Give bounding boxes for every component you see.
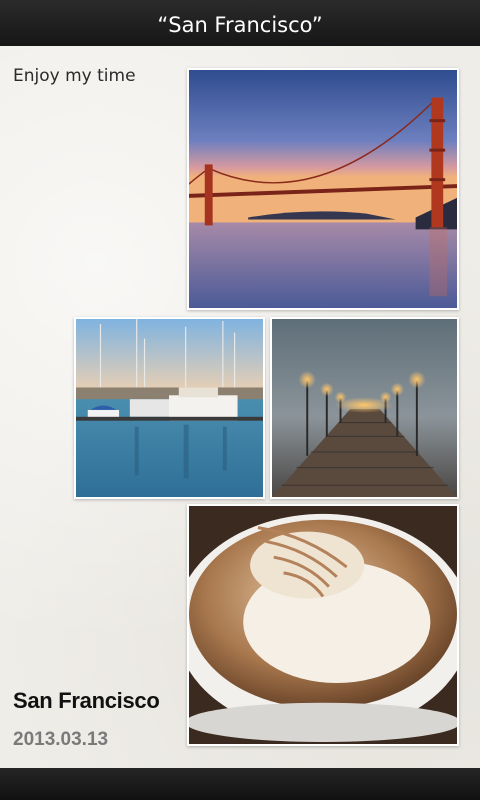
latte-art-photo[interactable] bbox=[187, 504, 459, 746]
album-header-title: “San Francisco” bbox=[157, 13, 323, 37]
foggy-pier-photo[interactable] bbox=[270, 317, 459, 499]
golden-gate-bridge-photo[interactable] bbox=[187, 68, 459, 310]
title-bar: “San Francisco” bbox=[0, 0, 480, 46]
album-canvas: Enjoy my time San Francisco 2013.03.13 bbox=[0, 46, 480, 768]
bottom-bar bbox=[0, 768, 480, 800]
marina-boats-photo[interactable] bbox=[74, 317, 265, 499]
album-caption[interactable]: Enjoy my time bbox=[13, 66, 136, 86]
album-title: San Francisco bbox=[13, 688, 160, 713]
album-date: 2013.03.13 bbox=[13, 729, 109, 750]
